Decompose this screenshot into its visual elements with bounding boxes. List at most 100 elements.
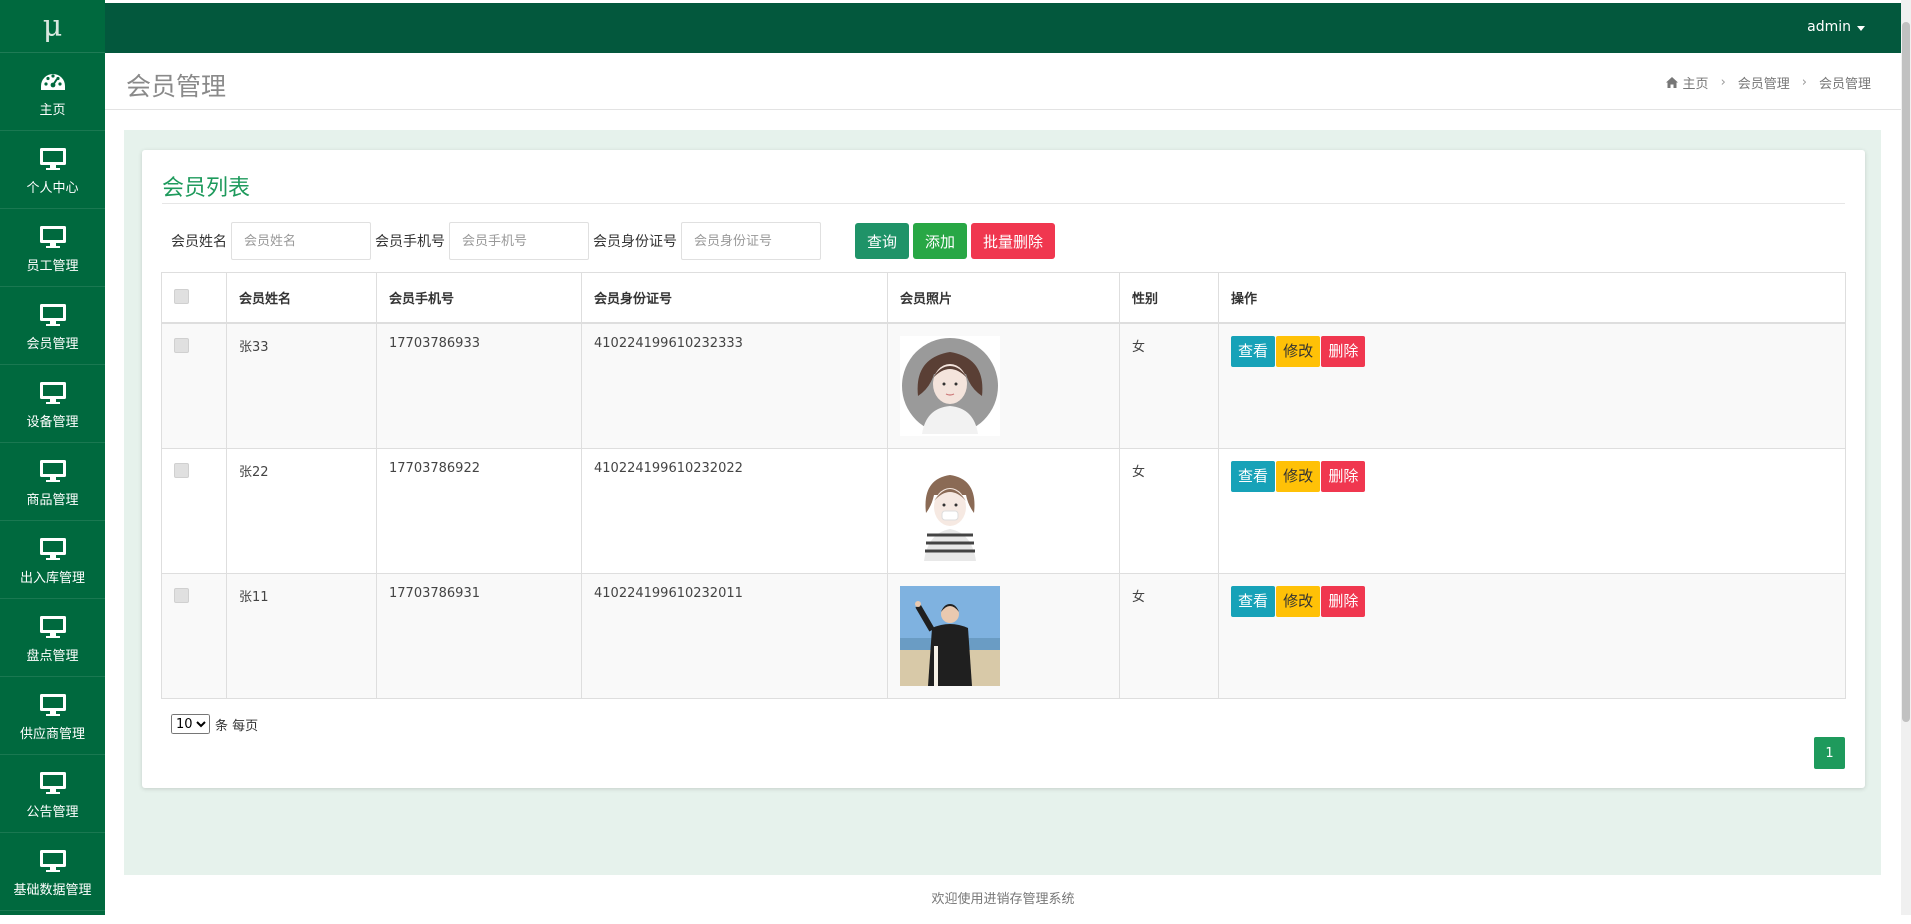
- username: admin: [1807, 19, 1851, 35]
- sidebar-item-label: 员工管理: [26, 259, 79, 274]
- column-header: 会员身份证号: [581, 272, 888, 324]
- sidebar-item-members[interactable]: 会员管理: [0, 287, 105, 365]
- edit-button[interactable]: 修改: [1276, 460, 1321, 492]
- select-all-cell: [161, 272, 227, 324]
- sidebar-item-label: 盘点管理: [26, 649, 79, 664]
- member-list-panel: 会员列表 会员姓名 会员手机号 会员身份证号 查询 添加 批量删除 会员姓名 会…: [142, 150, 1865, 788]
- home-icon: [1665, 77, 1678, 88]
- member-gender: 女: [1119, 572, 1219, 699]
- sidebar-item-label: 主页: [39, 103, 66, 118]
- monitor-icon: [39, 222, 67, 252]
- breadcrumb: 主页 › 会员管理 › 会员管理: [1665, 73, 1871, 92]
- column-header: 会员姓名: [226, 272, 377, 324]
- view-button[interactable]: 查看: [1231, 335, 1276, 367]
- user-menu[interactable]: admin: [1807, 19, 1865, 35]
- query-button[interactable]: 查询: [855, 223, 910, 259]
- add-button[interactable]: 添加: [913, 223, 968, 259]
- edit-button[interactable]: 修改: [1276, 335, 1321, 367]
- delete-button[interactable]: 删除: [1321, 585, 1366, 617]
- view-button[interactable]: 查看: [1231, 460, 1276, 492]
- row-select-cell: [161, 322, 227, 449]
- table-row: 张22 17703786922 410224199610232022 女 查看 …: [161, 447, 1846, 574]
- page-size-select[interactable]: 10: [171, 714, 210, 734]
- member-gender: 女: [1119, 447, 1219, 574]
- search-bar: 会员姓名 会员手机号 会员身份证号 查询 添加 批量删除: [171, 222, 1059, 260]
- sidebar-item-products[interactable]: 商品管理: [0, 443, 105, 521]
- scrollbar-thumb[interactable]: [1902, 22, 1910, 722]
- member-photo-cell: [887, 572, 1120, 699]
- member-name: 张11: [226, 572, 377, 699]
- sidebar-item-label: 个人中心: [26, 181, 79, 196]
- row-checkbox[interactable]: [174, 337, 189, 353]
- member-photo: [900, 585, 1000, 686]
- delete-button[interactable]: 删除: [1321, 460, 1366, 492]
- sidebar-item-staff[interactable]: 员工管理: [0, 209, 105, 287]
- table-row: 张33 17703786933 410224199610232333 女 查看 …: [161, 322, 1846, 449]
- member-photo-cell: [887, 322, 1120, 449]
- member-id-number: 410224199610232022: [581, 447, 888, 574]
- monitor-icon: [39, 612, 67, 642]
- sidebar-item-label: 设备管理: [26, 415, 79, 430]
- actions-cell: 查看 修改 删除: [1218, 322, 1846, 449]
- footer-text: 欢迎使用进销存管理系统: [931, 892, 1075, 907]
- id-label: 会员身份证号: [593, 234, 677, 250]
- caret-down-icon: [1857, 25, 1865, 31]
- page-scrollbar[interactable]: [1901, 0, 1911, 915]
- sidebar-item-inventory[interactable]: 盘点管理: [0, 599, 105, 677]
- column-header: 会员照片: [887, 272, 1120, 324]
- member-phone: 17703786922: [376, 447, 582, 574]
- per-page-label: 条 每页: [215, 718, 259, 734]
- phone-search-input[interactable]: [449, 222, 589, 260]
- top-bar: admin: [105, 3, 1901, 53]
- member-id-number: 410224199610232333: [581, 322, 888, 449]
- sidebar-item-base-data[interactable]: 基础数据管理: [0, 833, 105, 911]
- member-photo: [900, 460, 1000, 561]
- member-name: 张33: [226, 322, 377, 449]
- monitor-icon: [39, 378, 67, 408]
- id-search-input[interactable]: [681, 222, 821, 260]
- monitor-icon: [39, 144, 67, 174]
- breadcrumb-current: 会员管理: [1818, 77, 1871, 92]
- sidebar-item-label: 供应商管理: [19, 727, 85, 742]
- page-size-control: 10 条 每页: [171, 714, 258, 734]
- column-header: 操作: [1218, 272, 1846, 324]
- sidebar-item-home[interactable]: 主页: [0, 53, 105, 131]
- sidebar-item-devices[interactable]: 设备管理: [0, 365, 105, 443]
- sidebar-item-profile[interactable]: 个人中心: [0, 131, 105, 209]
- breadcrumb-home[interactable]: 主页: [1683, 73, 1709, 92]
- actions-cell: 查看 修改 删除: [1218, 447, 1846, 574]
- member-phone: 17703786933: [376, 322, 582, 449]
- member-photo-cell: [887, 447, 1120, 574]
- name-search-input[interactable]: [231, 222, 371, 260]
- view-button[interactable]: 查看: [1231, 585, 1276, 617]
- row-checkbox[interactable]: [174, 462, 189, 478]
- sidebar-item-stock-io[interactable]: 出入库管理: [0, 521, 105, 599]
- sidebar-item-notices[interactable]: 公告管理: [0, 755, 105, 833]
- chevron-right-icon: ›: [1801, 75, 1807, 90]
- page-1-button[interactable]: 1: [1814, 737, 1845, 769]
- app-logo: μ: [0, 0, 105, 53]
- column-header: 会员手机号: [376, 272, 582, 324]
- member-gender: 女: [1119, 322, 1219, 449]
- sidebar-item-label: 商品管理: [26, 493, 79, 508]
- chevron-right-icon: ›: [1720, 75, 1726, 90]
- member-photo: [900, 335, 1000, 436]
- sidebar-item-suppliers[interactable]: 供应商管理: [0, 677, 105, 755]
- sidebar-item-label: 出入库管理: [19, 571, 85, 586]
- monitor-icon: [39, 300, 67, 330]
- phone-label: 会员手机号: [375, 234, 445, 250]
- monitor-icon: [39, 456, 67, 486]
- breadcrumb-section[interactable]: 会员管理: [1738, 73, 1790, 92]
- monitor-icon: [39, 690, 67, 720]
- row-checkbox[interactable]: [174, 587, 189, 603]
- page-header: 会员管理 主页 › 会员管理 › 会员管理: [105, 53, 1901, 110]
- batch-delete-button[interactable]: 批量删除: [971, 223, 1056, 259]
- monitor-icon: [39, 846, 67, 876]
- member-id-number: 410224199610232011: [581, 572, 888, 699]
- monitor-icon: [39, 768, 67, 798]
- edit-button[interactable]: 修改: [1276, 585, 1321, 617]
- delete-button[interactable]: 删除: [1321, 335, 1366, 367]
- table-row: 张11 17703786931 410224199610232011 女 查看 …: [161, 572, 1846, 699]
- select-all-checkbox[interactable]: [174, 288, 189, 304]
- actions-cell: 查看 修改 删除: [1218, 572, 1846, 699]
